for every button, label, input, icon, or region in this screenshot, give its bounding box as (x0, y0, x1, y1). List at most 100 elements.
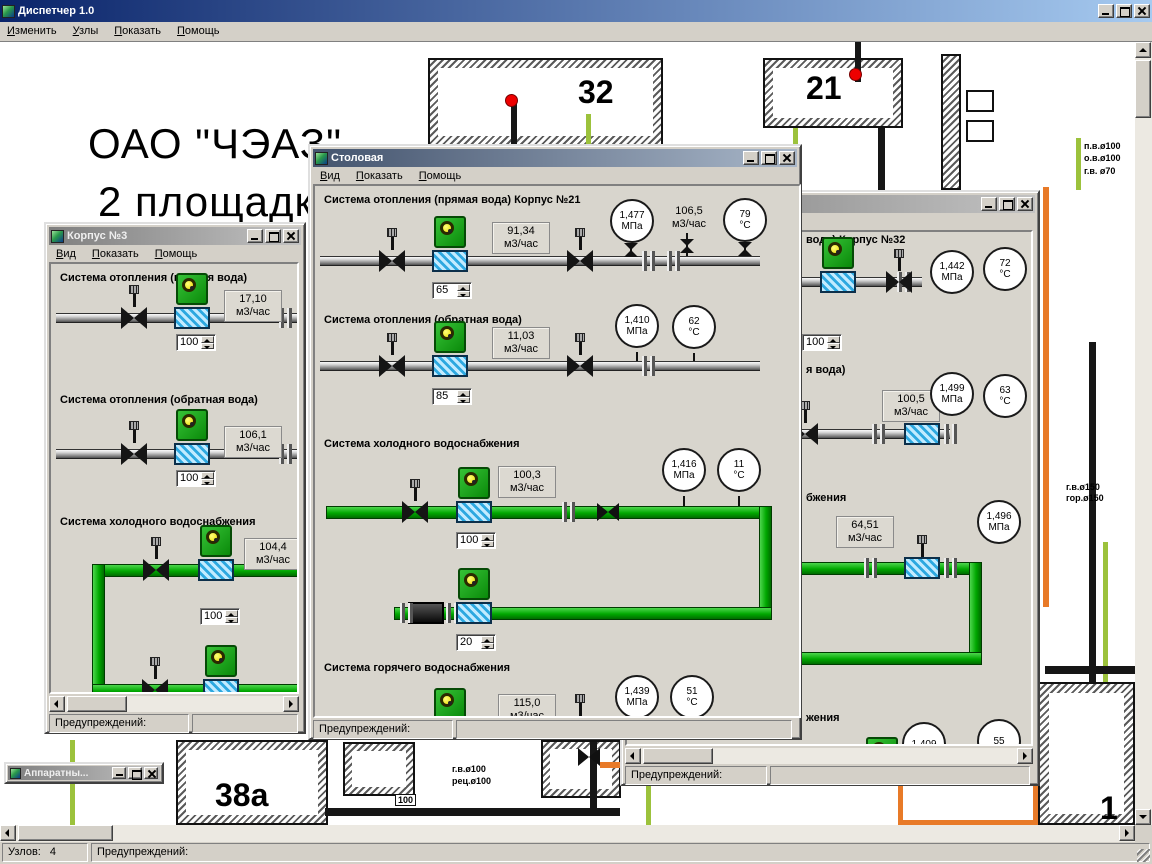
pump-icon[interactable] (432, 216, 468, 272)
valve-icon[interactable] (567, 694, 593, 718)
close-icon[interactable] (144, 767, 158, 779)
setpoint-spinner[interactable]: 100 (456, 532, 496, 549)
warnings-panel: Предупреждений: (625, 766, 767, 785)
setpoint-spinner[interactable]: 20 (456, 634, 496, 651)
close-icon[interactable] (779, 151, 795, 165)
minimize-icon[interactable] (1098, 4, 1114, 18)
menu-pokazat[interactable]: Показать (356, 170, 403, 182)
valve-icon[interactable] (597, 503, 619, 521)
spin-down-icon[interactable] (481, 643, 494, 650)
menu-pomosch[interactable]: Помощь (177, 25, 220, 39)
valve-icon[interactable] (121, 421, 147, 465)
pump-icon[interactable] (174, 273, 210, 329)
valve-icon[interactable] (567, 333, 593, 377)
scrollbar-thumb[interactable] (67, 696, 127, 712)
resize-grip[interactable] (1137, 849, 1150, 862)
maximize-icon[interactable] (265, 229, 281, 243)
maximize-icon[interactable] (1116, 4, 1132, 18)
gauge-value: 63 (999, 385, 1010, 396)
scroll-left-icon[interactable] (0, 825, 16, 841)
valve-icon[interactable] (121, 285, 147, 329)
titlebar-korpus3[interactable]: Корпус №3 (49, 227, 301, 245)
titlebar-apparatny[interactable]: Аппаратны... (8, 766, 160, 780)
valve-icon[interactable] (886, 249, 912, 293)
menu-pomosch[interactable]: Помощь (155, 248, 198, 260)
minimize-icon[interactable] (247, 229, 263, 243)
spin-down-icon[interactable] (201, 479, 214, 486)
valve-icon[interactable] (143, 537, 169, 581)
scroll-up-icon[interactable] (1135, 42, 1151, 58)
main-horizontal-scrollbar[interactable] (0, 825, 1135, 842)
spinner-value: 85 (436, 390, 448, 402)
alarm-dot-32 (505, 94, 518, 107)
setpoint-spinner[interactable]: 85 (432, 388, 472, 405)
menu-pokazat[interactable]: Показать (114, 25, 161, 39)
menu-pomosch[interactable]: Помощь (419, 170, 462, 182)
gauge-value: 1,477 (619, 210, 644, 221)
maximize-icon[interactable] (128, 767, 142, 779)
close-icon[interactable] (283, 229, 299, 243)
pump-icon[interactable] (456, 568, 492, 624)
pump-icon[interactable] (432, 321, 468, 377)
menu-uzly[interactable]: Узлы (73, 25, 99, 39)
main-titlebar[interactable]: Диспетчер 1.0 (0, 0, 1152, 22)
maximize-icon[interactable] (999, 197, 1015, 211)
setpoint-spinner[interactable]: 100 (200, 608, 240, 625)
setpoint-spinner[interactable]: 100 (176, 470, 216, 487)
gauge-value: 1,409 (911, 739, 936, 747)
close-icon[interactable] (1134, 4, 1150, 18)
scroll-left-icon[interactable] (625, 748, 641, 764)
titlebar-stolovaya[interactable]: Столовая (313, 149, 797, 167)
menu-vid[interactable]: Вид (320, 170, 340, 182)
pump-icon[interactable] (432, 688, 468, 718)
minimize-icon[interactable] (112, 767, 126, 779)
setpoint-spinner[interactable]: 100 (176, 334, 216, 351)
horizontal-scrollbar[interactable] (625, 748, 1033, 764)
minimize-icon[interactable] (743, 151, 759, 165)
pump-icon[interactable] (203, 645, 239, 694)
spin-down-icon[interactable] (827, 343, 840, 350)
pressure-gauge: 1,409 (902, 722, 946, 746)
spin-down-icon[interactable] (225, 617, 238, 624)
horizontal-scrollbar[interactable] (49, 696, 299, 712)
gauge-value: 72 (999, 258, 1010, 269)
close-icon[interactable] (1017, 197, 1033, 211)
valve-icon[interactable] (379, 333, 405, 377)
pump-icon[interactable] (456, 467, 492, 523)
scrollbar-thumb[interactable] (1135, 60, 1151, 118)
flow-units: м3/час (493, 238, 549, 251)
scroll-left-icon[interactable] (49, 696, 65, 712)
pump-icon[interactable] (820, 237, 856, 293)
scrollbar-thumb[interactable] (18, 825, 113, 841)
maximize-icon[interactable] (761, 151, 777, 165)
spin-down-icon[interactable] (201, 343, 214, 350)
setpoint-spinner[interactable]: 65 (432, 282, 472, 299)
valve-icon[interactable] (142, 657, 168, 694)
valve-icon[interactable] (567, 228, 593, 272)
scroll-right-icon[interactable] (1017, 748, 1033, 764)
valve-icon[interactable] (379, 228, 405, 272)
scroll-down-icon[interactable] (1135, 809, 1151, 825)
pump-icon[interactable] (864, 737, 900, 746)
scroll-right-icon[interactable] (1119, 825, 1135, 841)
flow-value: 100,3 (499, 469, 555, 482)
window-title: Аппаратны... (24, 768, 88, 779)
spin-down-icon[interactable] (457, 397, 470, 404)
section-heading: Система отопления (прямая вода) Корпус №… (324, 194, 580, 206)
minimize-icon[interactable] (981, 197, 997, 211)
scroll-right-icon[interactable] (283, 696, 299, 712)
spin-down-icon[interactable] (457, 291, 470, 298)
scrollbar-thumb[interactable] (643, 748, 713, 764)
setpoint-spinner[interactable]: 100 (802, 334, 842, 351)
pump-icon[interactable] (174, 409, 210, 465)
spin-down-icon[interactable] (481, 541, 494, 548)
spinner-value: 65 (436, 284, 448, 296)
pump-icon[interactable] (198, 525, 234, 581)
warnings-panel: Предупреждений: (313, 720, 453, 739)
vertical-scrollbar[interactable] (1135, 42, 1152, 825)
valve-icon[interactable] (402, 479, 428, 523)
menu-vid[interactable]: Вид (56, 248, 76, 260)
menu-pokazat[interactable]: Показать (92, 248, 139, 260)
menu-izmenit[interactable]: Изменить (7, 25, 57, 39)
closed-valve-icon[interactable] (408, 602, 444, 624)
